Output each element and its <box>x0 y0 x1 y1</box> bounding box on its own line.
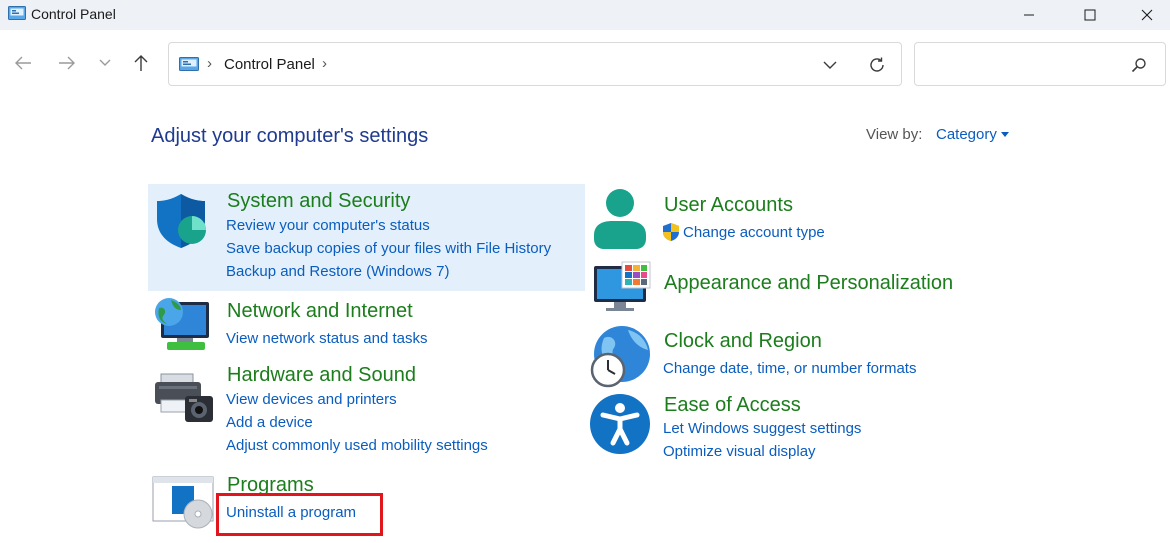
category-clock-and-region[interactable]: Clock and Region <box>664 330 822 353</box>
link-devices-and-printers[interactable]: View devices and printers <box>226 391 397 408</box>
clock-globe-icon[interactable] <box>588 324 652 388</box>
printer-camera-icon[interactable] <box>155 372 215 426</box>
minimize-icon <box>1024 14 1034 16</box>
arrow-right-icon <box>59 56 75 70</box>
link-add-device[interactable]: Add a device <box>226 414 313 431</box>
link-change-date-time-formats[interactable]: Change date, time, or number formats <box>663 360 916 377</box>
caret-down-icon[interactable] <box>1001 132 1009 137</box>
breadcrumb-separator[interactable]: › <box>207 55 212 72</box>
arrow-up-icon <box>134 55 148 71</box>
category-user-accounts[interactable]: User Accounts <box>664 194 793 217</box>
view-by-dropdown[interactable]: Category <box>936 126 997 143</box>
minimize-button[interactable] <box>1006 0 1052 30</box>
link-network-status[interactable]: View network status and tasks <box>226 330 428 347</box>
control-panel-icon <box>179 57 199 71</box>
breadcrumb-control-panel[interactable]: Control Panel <box>224 56 315 73</box>
shield-icon[interactable] <box>155 192 211 250</box>
link-file-history-backup[interactable]: Save backup copies of your files with Fi… <box>226 240 551 257</box>
search-input[interactable] <box>923 53 1123 75</box>
page-title: Adjust your computer's settings <box>151 125 429 147</box>
accessibility-icon[interactable] <box>589 393 653 457</box>
category-system-and-security[interactable]: System and Security <box>227 190 410 213</box>
arrow-left-icon <box>15 56 31 70</box>
category-hardware-and-sound[interactable]: Hardware and Sound <box>227 364 416 387</box>
window-title: Control Panel <box>31 6 116 22</box>
refresh-button[interactable] <box>866 54 888 76</box>
search-box[interactable] <box>914 42 1166 86</box>
search-icon[interactable] <box>1131 57 1147 73</box>
up-button[interactable] <box>128 50 154 76</box>
close-button[interactable] <box>1124 0 1170 30</box>
address-bar[interactable]: › Control Panel › <box>168 42 902 86</box>
view-by-label: View by: <box>866 126 923 143</box>
control-panel-icon <box>8 6 26 20</box>
programs-icon[interactable] <box>152 476 216 530</box>
link-windows-suggest-settings[interactable]: Let Windows suggest settings <box>663 420 861 437</box>
maximize-button[interactable] <box>1067 0 1113 30</box>
network-globe-icon[interactable] <box>153 296 213 354</box>
forward-button[interactable] <box>54 50 80 76</box>
address-history-button[interactable] <box>819 55 841 75</box>
refresh-icon <box>870 57 884 72</box>
user-icon[interactable] <box>592 189 650 251</box>
category-ease-of-access[interactable]: Ease of Access <box>664 394 801 417</box>
back-button[interactable] <box>10 50 36 76</box>
category-network-and-internet[interactable]: Network and Internet <box>227 300 413 323</box>
appearance-monitor-icon[interactable] <box>592 260 652 314</box>
title-bar: Control Panel <box>0 0 1170 30</box>
annotation-highlight-box <box>216 493 383 536</box>
category-appearance-and-personalization[interactable]: Appearance and Personalization <box>664 272 953 295</box>
link-review-computer-status[interactable]: Review your computer's status <box>226 217 430 234</box>
link-mobility-settings[interactable]: Adjust commonly used mobility settings <box>226 437 488 454</box>
link-optimize-visual-display[interactable]: Optimize visual display <box>663 443 816 460</box>
chevron-down-icon <box>823 61 837 69</box>
link-change-account-type[interactable]: Change account type <box>683 224 825 241</box>
uac-shield-icon <box>663 223 679 241</box>
breadcrumb-separator[interactable]: › <box>322 55 327 72</box>
chevron-down-icon <box>99 59 111 66</box>
link-backup-and-restore[interactable]: Backup and Restore (Windows 7) <box>226 263 449 280</box>
recent-locations-button[interactable] <box>92 50 118 76</box>
maximize-icon <box>1084 9 1096 21</box>
close-icon <box>1141 9 1153 21</box>
